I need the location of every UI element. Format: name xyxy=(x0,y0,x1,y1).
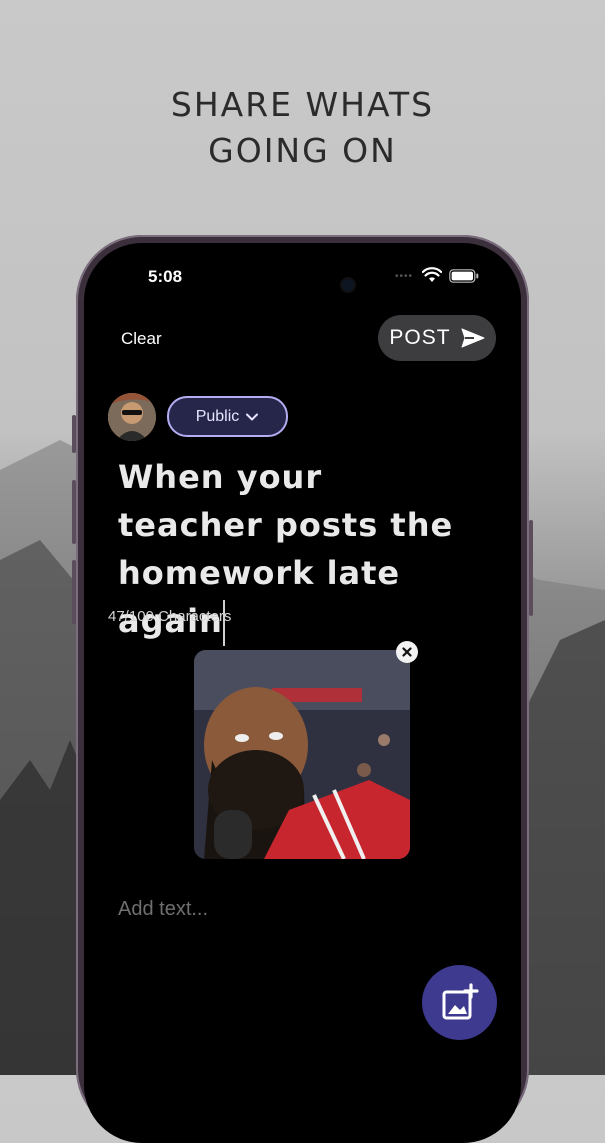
clear-button[interactable]: Clear xyxy=(121,329,162,349)
avatar[interactable] xyxy=(108,393,156,441)
wifi-icon xyxy=(422,267,442,282)
add-text-input[interactable]: Add text... xyxy=(118,898,478,921)
attached-gif-image xyxy=(194,650,410,859)
phone-power-button xyxy=(529,520,533,616)
visibility-label: Public xyxy=(195,407,240,425)
remove-media-button[interactable] xyxy=(396,641,418,663)
battery-icon xyxy=(449,269,479,283)
phone-volume-up-button xyxy=(72,480,76,544)
post-button[interactable]: POST xyxy=(378,315,496,361)
promo-headline-line1: SHARE WHATS xyxy=(170,85,435,124)
add-photo-icon xyxy=(442,982,479,1019)
phone-side-button xyxy=(72,415,76,453)
avatar-image xyxy=(108,393,156,441)
status-time: 5:08 xyxy=(148,267,183,286)
chevron-down-icon xyxy=(246,413,259,420)
signal-dots-icon: •••• xyxy=(395,271,414,282)
visibility-dropdown[interactable]: Public xyxy=(167,396,288,437)
send-icon xyxy=(461,328,485,348)
front-camera xyxy=(342,279,354,291)
post-button-label: POST xyxy=(389,326,451,349)
close-icon xyxy=(402,647,412,657)
phone-volume-down-button xyxy=(72,560,76,624)
attached-gif[interactable] xyxy=(194,650,410,859)
phone-screen: 5:08 •••• Clear POST Public When your te… xyxy=(84,243,521,1143)
character-count: 47/100 Characters xyxy=(108,608,232,625)
add-media-button[interactable] xyxy=(422,965,497,1040)
promo-headline-line2: GOING ON xyxy=(208,131,397,170)
